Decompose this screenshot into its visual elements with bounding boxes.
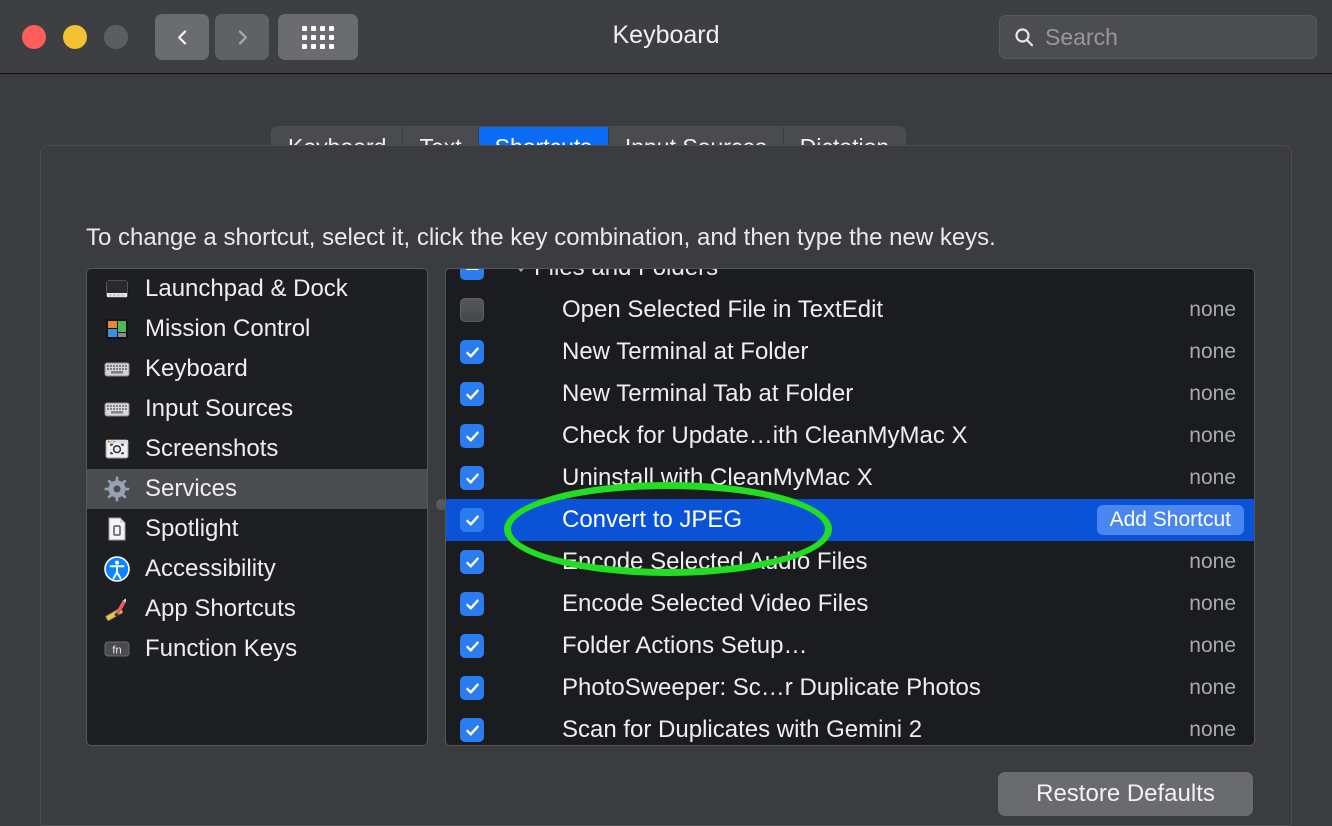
instruction-text: To change a shortcut, select it, click t… bbox=[86, 224, 996, 251]
check-icon bbox=[465, 724, 479, 736]
table-row[interactable]: Scan for Duplicates with Gemini 2 none bbox=[446, 709, 1254, 745]
sidebar-item-mission-control[interactable]: Mission Control bbox=[87, 309, 427, 349]
table-row[interactable]: Folder Actions Setup… none bbox=[446, 625, 1254, 667]
table-row[interactable]: Check for Update…ith CleanMyMac X none bbox=[446, 415, 1254, 457]
row-label: Check for Update…ith CleanMyMac X bbox=[562, 422, 968, 449]
sidebar-item-label: Screenshots bbox=[145, 435, 279, 462]
row-shortcut-key[interactable]: none bbox=[1189, 550, 1236, 574]
check-icon bbox=[465, 514, 479, 526]
row-label: Convert to JPEG bbox=[562, 506, 743, 533]
sidebar-item-services[interactable]: Services bbox=[87, 469, 427, 509]
row-checkbox[interactable] bbox=[460, 634, 484, 658]
row-label: New Terminal Tab at Folder bbox=[562, 380, 854, 407]
sidebar-item-keyboard[interactable]: Keyboard bbox=[87, 349, 427, 389]
app-shortcuts-icon bbox=[103, 595, 131, 623]
sidebar-item-label: App Shortcuts bbox=[145, 595, 296, 622]
sidebar-item-function-keys[interactable]: fn Function Keys bbox=[87, 629, 427, 669]
row-label: Scan for Duplicates with Gemini 2 bbox=[562, 716, 923, 743]
row-shortcut-key[interactable]: none bbox=[1189, 382, 1236, 406]
row-label: PhotoSweeper: Sc…r Duplicate Photos bbox=[562, 674, 981, 701]
row-shortcut-key[interactable]: none bbox=[1189, 298, 1236, 322]
group-label: Files and Folders bbox=[534, 269, 718, 282]
sidebar-item-accessibility[interactable]: Accessibility bbox=[87, 549, 427, 589]
row-label: Folder Actions Setup… bbox=[562, 632, 808, 659]
mission-control-icon bbox=[103, 315, 131, 343]
row-checkbox[interactable] bbox=[460, 340, 484, 364]
check-icon bbox=[465, 430, 479, 442]
keyboard-preferences-window: Keyboard Search Keyboard Text Shortcuts … bbox=[0, 0, 1332, 826]
svg-text:fn: fn bbox=[112, 645, 121, 657]
row-shortcut-key[interactable]: none bbox=[1189, 676, 1236, 700]
check-icon bbox=[465, 388, 479, 400]
restore-defaults-button[interactable]: Restore Defaults bbox=[998, 772, 1253, 816]
sidebar-item-app-shortcuts[interactable]: App Shortcuts bbox=[87, 589, 427, 629]
sidebar-item-spotlight[interactable]: Spotlight bbox=[87, 509, 427, 549]
search-input[interactable]: Search bbox=[999, 15, 1317, 59]
table-row[interactable]: PhotoSweeper: Sc…r Duplicate Photos none bbox=[446, 667, 1254, 709]
function-keys-fn-icon: fn bbox=[103, 635, 131, 663]
row-checkbox[interactable] bbox=[460, 550, 484, 574]
row-label: Uninstall with CleanMyMac X bbox=[562, 464, 873, 491]
sidebar-item-input-sources[interactable]: Input Sources bbox=[87, 389, 427, 429]
add-shortcut-button[interactable]: Add Shortcut bbox=[1096, 505, 1244, 535]
sidebar-item-label: Spotlight bbox=[145, 515, 239, 542]
row-shortcut-key[interactable]: none bbox=[1189, 634, 1236, 658]
row-checkbox[interactable] bbox=[460, 718, 484, 742]
sidebar-item-label: Keyboard bbox=[145, 355, 248, 382]
table-row-selected[interactable]: Convert to JPEG Add Shortcut bbox=[446, 499, 1254, 541]
row-checkbox[interactable] bbox=[460, 298, 484, 322]
row-shortcut-key[interactable]: none bbox=[1189, 424, 1236, 448]
row-shortcut-key[interactable]: none bbox=[1189, 340, 1236, 364]
table-row[interactable]: New Terminal at Folder none bbox=[446, 331, 1254, 373]
row-label: Encode Selected Video Files bbox=[562, 590, 869, 617]
shortcuts-table[interactable]: Files and Folders Open Selected File in … bbox=[445, 268, 1255, 746]
check-icon bbox=[465, 598, 479, 610]
row-checkbox[interactable] bbox=[460, 466, 484, 490]
services-gear-icon bbox=[103, 475, 131, 503]
check-icon bbox=[465, 556, 479, 568]
sidebar-item-label: Accessibility bbox=[145, 555, 276, 582]
check-icon bbox=[465, 346, 479, 358]
table-row[interactable]: Encode Selected Video Files none bbox=[446, 583, 1254, 625]
input-sources-icon bbox=[103, 395, 131, 423]
table-group-header[interactable]: Files and Folders bbox=[446, 269, 1254, 289]
spotlight-document-icon bbox=[103, 515, 131, 543]
sidebar-item-screenshots[interactable]: Screenshots bbox=[87, 429, 427, 469]
chevron-down-icon[interactable] bbox=[514, 269, 528, 272]
row-label: Open Selected File in TextEdit bbox=[562, 296, 884, 323]
screenshots-icon bbox=[103, 435, 131, 463]
group-checkbox-mixed[interactable] bbox=[460, 269, 484, 280]
row-shortcut-key[interactable]: none bbox=[1189, 592, 1236, 616]
title-bar: Keyboard Search bbox=[0, 0, 1332, 74]
row-label: Encode Selected Audio Files bbox=[562, 548, 868, 575]
table-row[interactable]: Encode Selected Audio Files none bbox=[446, 541, 1254, 583]
check-icon bbox=[465, 640, 479, 652]
launchpad-dock-icon bbox=[103, 275, 131, 303]
sidebar-item-label: Mission Control bbox=[145, 315, 311, 342]
row-label: New Terminal at Folder bbox=[562, 338, 809, 365]
shortcuts-panel: To change a shortcut, select it, click t… bbox=[40, 145, 1292, 826]
search-icon bbox=[1015, 28, 1034, 47]
row-checkbox[interactable] bbox=[460, 508, 484, 532]
keyboard-icon bbox=[103, 355, 131, 383]
sidebar-item-label: Function Keys bbox=[145, 635, 298, 662]
row-checkbox[interactable] bbox=[460, 382, 484, 406]
sidebar-item-label: Services bbox=[145, 475, 238, 502]
accessibility-icon bbox=[103, 555, 131, 583]
table-row[interactable]: Uninstall with CleanMyMac X none bbox=[446, 457, 1254, 499]
check-icon bbox=[465, 472, 479, 484]
row-checkbox[interactable] bbox=[460, 424, 484, 448]
row-shortcut-key[interactable]: none bbox=[1189, 466, 1236, 490]
row-checkbox[interactable] bbox=[460, 676, 484, 700]
sidebar-item-launchpad-dock[interactable]: Launchpad & Dock bbox=[87, 269, 427, 309]
table-row[interactable]: New Terminal Tab at Folder none bbox=[446, 373, 1254, 415]
table-row[interactable]: Open Selected File in TextEdit none bbox=[446, 289, 1254, 331]
check-icon bbox=[465, 682, 479, 694]
shortcut-categories-list[interactable]: Launchpad & Dock Mission Control Keyboar… bbox=[86, 268, 428, 746]
row-shortcut-key[interactable]: none bbox=[1189, 718, 1236, 742]
search-placeholder: Search bbox=[1045, 23, 1118, 50]
row-checkbox[interactable] bbox=[460, 592, 484, 616]
sidebar-item-label: Input Sources bbox=[145, 395, 294, 422]
sidebar-item-label: Launchpad & Dock bbox=[145, 275, 348, 302]
